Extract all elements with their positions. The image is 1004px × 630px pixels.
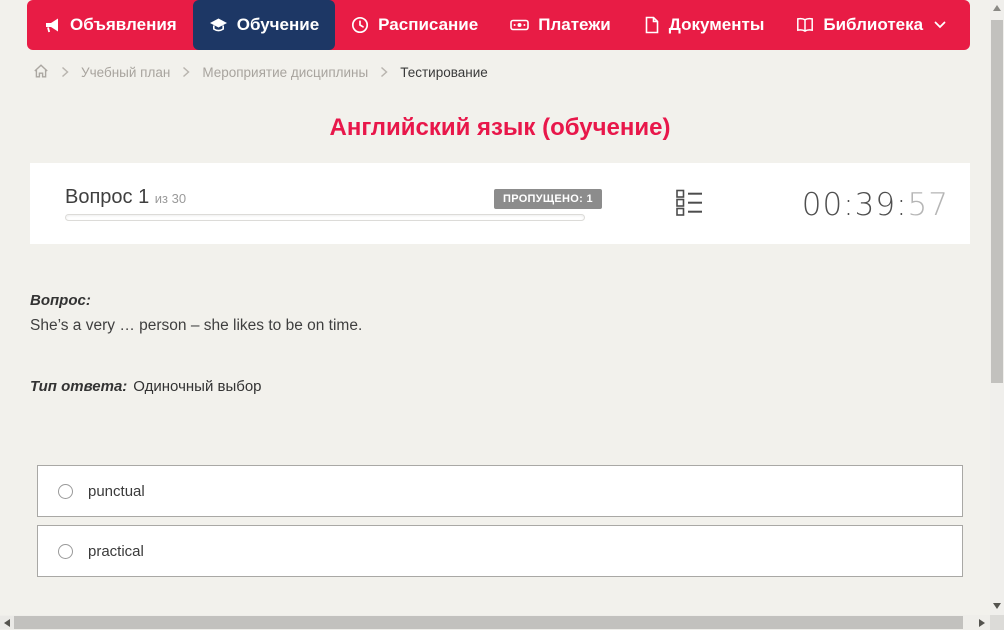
breadcrumb-curriculum[interactable]: Учебный план bbox=[81, 65, 170, 80]
nav-tab-label: Обучение bbox=[236, 15, 320, 34]
banknote-icon bbox=[510, 16, 530, 34]
graduation-cap-icon bbox=[209, 16, 228, 34]
chevron-down-icon bbox=[934, 21, 946, 29]
scroll-left-arrow-icon bbox=[4, 618, 10, 627]
exam-timer: 00:39:57 bbox=[802, 187, 949, 223]
timer-hours-minutes: 00:39: bbox=[801, 187, 908, 223]
timer-seconds: 57 bbox=[907, 187, 949, 223]
breadcrumb-testing: Тестирование bbox=[400, 64, 488, 80]
answer-type-value: Одиночный выбор bbox=[133, 378, 262, 395]
scroll-left-button[interactable] bbox=[0, 616, 14, 629]
question-progress-bar bbox=[65, 214, 585, 221]
answer-type-row: Тип ответа: Одиночный выбор bbox=[30, 378, 262, 395]
clock-icon bbox=[351, 16, 369, 34]
chevron-right-icon bbox=[380, 66, 388, 78]
question-header-card: Вопрос 1 из 30 ПРОПУЩЕНО: 1 00:39:57 bbox=[30, 163, 970, 244]
scroll-down-arrow-icon[interactable] bbox=[993, 603, 1001, 609]
nav-tab-label: Объявления bbox=[70, 15, 177, 34]
vertical-scrollbar[interactable] bbox=[990, 0, 1004, 615]
nav-tab-label: Библиотека bbox=[823, 15, 924, 34]
vertical-scrollbar-thumb[interactable] bbox=[991, 20, 1003, 383]
breadcrumb: Учебный план Мероприятие дисциплины Тест… bbox=[33, 62, 488, 82]
question-list-button[interactable] bbox=[675, 189, 702, 222]
nav-tab-schedule[interactable]: Расписание bbox=[335, 0, 494, 50]
skipped-badge: ПРОПУЩЕНО: 1 bbox=[494, 189, 602, 209]
answer-option-practical[interactable]: practical bbox=[37, 525, 963, 577]
question-list-icon bbox=[675, 189, 702, 222]
question-total-label: из 30 bbox=[154, 191, 187, 206]
question-number: Вопрос 1 из 30 bbox=[65, 186, 186, 209]
nav-tab-label: Расписание bbox=[378, 15, 479, 34]
scroll-right-arrow-icon[interactable] bbox=[979, 619, 985, 627]
answer-option-label: punctual bbox=[88, 482, 145, 500]
main-nav: Объявления Обучение Расписание Платежи Д… bbox=[27, 0, 970, 50]
nav-tab-library[interactable]: Библиотека bbox=[780, 0, 962, 50]
answer-option-punctual[interactable]: punctual bbox=[37, 465, 963, 517]
page-title: Английский язык (обучение) bbox=[329, 114, 671, 141]
nav-tab-announcements[interactable]: Объявления bbox=[27, 0, 193, 50]
horizontal-scrollbar-thumb[interactable] bbox=[14, 616, 963, 629]
horizontal-scrollbar[interactable] bbox=[0, 615, 990, 630]
scrollbar-corner bbox=[990, 615, 1004, 630]
question-heading: Вопрос: bbox=[30, 292, 91, 309]
answer-option-label: practical bbox=[88, 542, 144, 560]
chevron-right-icon bbox=[61, 66, 69, 78]
scroll-up-arrow-icon[interactable] bbox=[993, 5, 1001, 11]
question-text: She’s a very … person – she likes to be … bbox=[30, 317, 363, 334]
document-icon bbox=[643, 16, 660, 34]
radio-button[interactable] bbox=[58, 543, 73, 559]
question-number-label: Вопрос 1 bbox=[65, 186, 150, 208]
home-icon[interactable] bbox=[33, 63, 49, 82]
answer-type-label: Тип ответа: bbox=[30, 378, 128, 395]
nav-tab-payments[interactable]: Платежи bbox=[494, 0, 627, 50]
nav-tab-learning[interactable]: Обучение bbox=[192, 0, 336, 50]
nav-tab-label: Платежи bbox=[538, 15, 611, 34]
breadcrumb-discipline-event[interactable]: Мероприятие дисциплины bbox=[202, 65, 368, 80]
megaphone-icon bbox=[43, 16, 61, 34]
nav-tab-label: Документы bbox=[668, 15, 765, 34]
radio-button[interactable] bbox=[58, 483, 73, 499]
nav-tab-documents[interactable]: Документы bbox=[627, 0, 781, 50]
open-book-icon bbox=[796, 16, 814, 34]
chevron-right-icon bbox=[182, 66, 190, 78]
